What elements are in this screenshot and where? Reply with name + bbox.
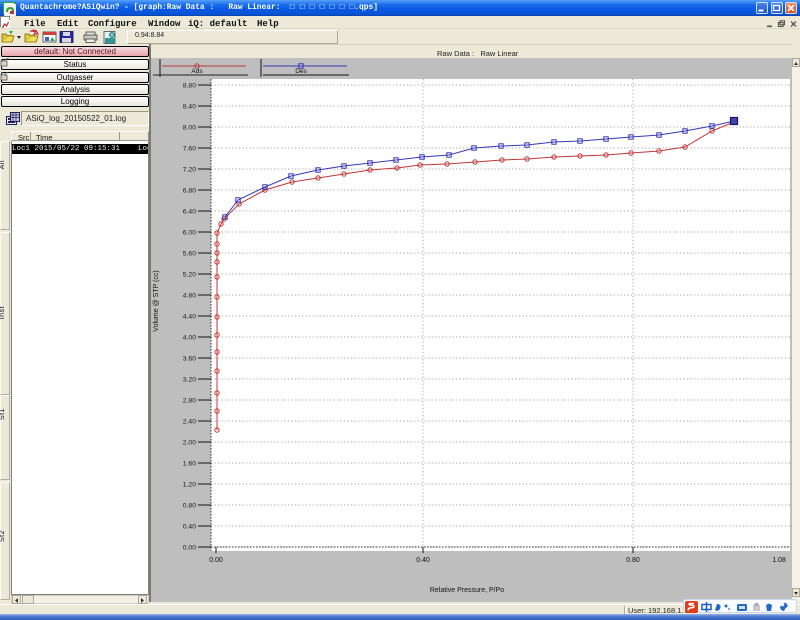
svg-text:8.40: 8.40 (183, 104, 196, 111)
svg-text:6.80: 6.80 (183, 188, 196, 195)
svg-text:4.40: 4.40 (183, 314, 196, 321)
svg-text:1.20: 1.20 (183, 482, 196, 489)
svg-text:3.60: 3.60 (183, 356, 196, 363)
svg-text:0.80: 0.80 (626, 557, 640, 564)
svg-text:Des: Des (295, 68, 307, 75)
svg-text:8.00: 8.00 (183, 125, 196, 132)
svg-text:0.80: 0.80 (183, 503, 196, 510)
svg-text:6.40: 6.40 (183, 209, 196, 216)
svg-text:7.60: 7.60 (183, 146, 196, 153)
svg-text:5.20: 5.20 (183, 272, 196, 279)
svg-text:8.80: 8.80 (183, 83, 196, 90)
svg-text:Volume @ STP (cc): Volume @ STP (cc) (153, 270, 160, 331)
svg-text:4.00: 4.00 (183, 335, 196, 342)
svg-text:0.00: 0.00 (209, 557, 223, 564)
svg-text:3.20: 3.20 (183, 377, 196, 384)
svg-text:1.60: 1.60 (183, 461, 196, 468)
svg-text:7.20: 7.20 (183, 167, 196, 174)
svg-text:0.00: 0.00 (183, 545, 196, 552)
svg-text:Ads: Ads (191, 68, 203, 75)
svg-text:Relative Pressure, P/Po: Relative Pressure, P/Po (430, 587, 504, 594)
svg-text:5.60: 5.60 (183, 251, 196, 258)
svg-text:2.40: 2.40 (183, 419, 196, 426)
svg-text:0.40: 0.40 (416, 557, 430, 564)
svg-text:2.80: 2.80 (183, 398, 196, 405)
svg-text:1.08: 1.08 (772, 557, 786, 564)
svg-text:2.00: 2.00 (183, 440, 196, 447)
svg-text:6.00: 6.00 (183, 230, 196, 237)
svg-text:0.40: 0.40 (183, 524, 196, 531)
svg-text:4.80: 4.80 (183, 293, 196, 300)
